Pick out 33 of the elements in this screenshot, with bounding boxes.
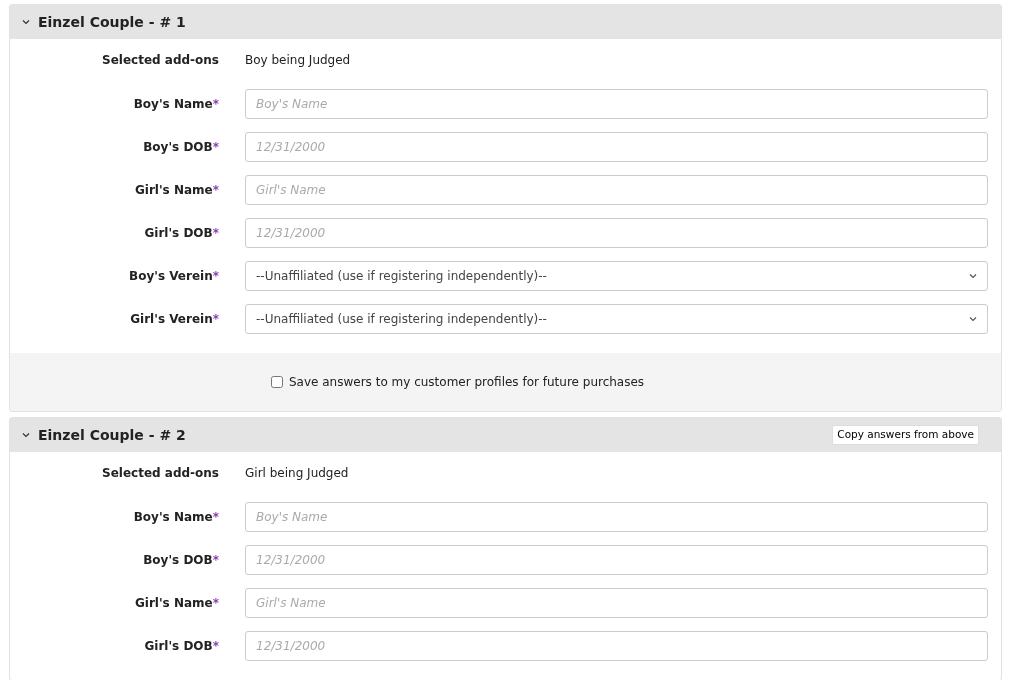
field-label: Boy's Verein* <box>128 268 220 285</box>
field-label: Boy's Name* <box>132 509 220 526</box>
input-field[interactable]: Boy's Name <box>245 502 988 532</box>
input-field[interactable]: 12/31/2000 <box>245 132 988 162</box>
select-field[interactable]: --Unaffiliated (use if registering independently)-- <box>245 304 988 334</box>
input-field[interactable]: Boy's Name <box>245 89 988 119</box>
addons-value: Girl being Judged <box>245 465 349 482</box>
field-label: Girl's Name* <box>133 182 220 199</box>
dropdown-caret-icon <box>969 316 977 322</box>
section-title: Einzel Couple - # 1 <box>38 12 186 32</box>
dropdown-caret-icon <box>969 273 977 279</box>
input-field[interactable]: 12/31/2000 <box>245 631 988 661</box>
select-field[interactable]: --Unaffiliated (use if registering independently)-- <box>245 261 988 291</box>
chevron-down-icon[interactable] <box>22 19 30 25</box>
field-label: Girl's Verein* <box>129 311 220 328</box>
addons-label: Selected add-ons <box>101 52 220 69</box>
checkbox[interactable] <box>271 376 283 388</box>
section-title: Einzel Couple - # 2 <box>38 425 186 445</box>
field-label: Boy's Name* <box>132 96 220 113</box>
input-field[interactable]: Girl's Name <box>245 588 988 618</box>
field-label: Boy's DOB* <box>142 552 220 569</box>
checkbox-label: Save answers to my customer profiles for future purchases <box>289 374 645 391</box>
input-field[interactable]: Girl's Name <box>245 175 988 205</box>
input-field[interactable]: 12/31/2000 <box>245 545 988 575</box>
field-label: Boy's DOB* <box>142 139 220 156</box>
field-label: Girl's Name* <box>133 595 220 612</box>
copy-answers-button[interactable]: Copy answers from above <box>832 425 979 445</box>
addons-label: Selected add-ons <box>101 465 220 482</box>
field-label: Girl's DOB* <box>143 638 220 655</box>
addons-value: Boy being Judged <box>245 52 351 69</box>
chevron-down-icon[interactable] <box>22 432 30 438</box>
input-field[interactable]: 12/31/2000 <box>245 218 988 248</box>
field-label: Girl's DOB* <box>143 225 220 242</box>
